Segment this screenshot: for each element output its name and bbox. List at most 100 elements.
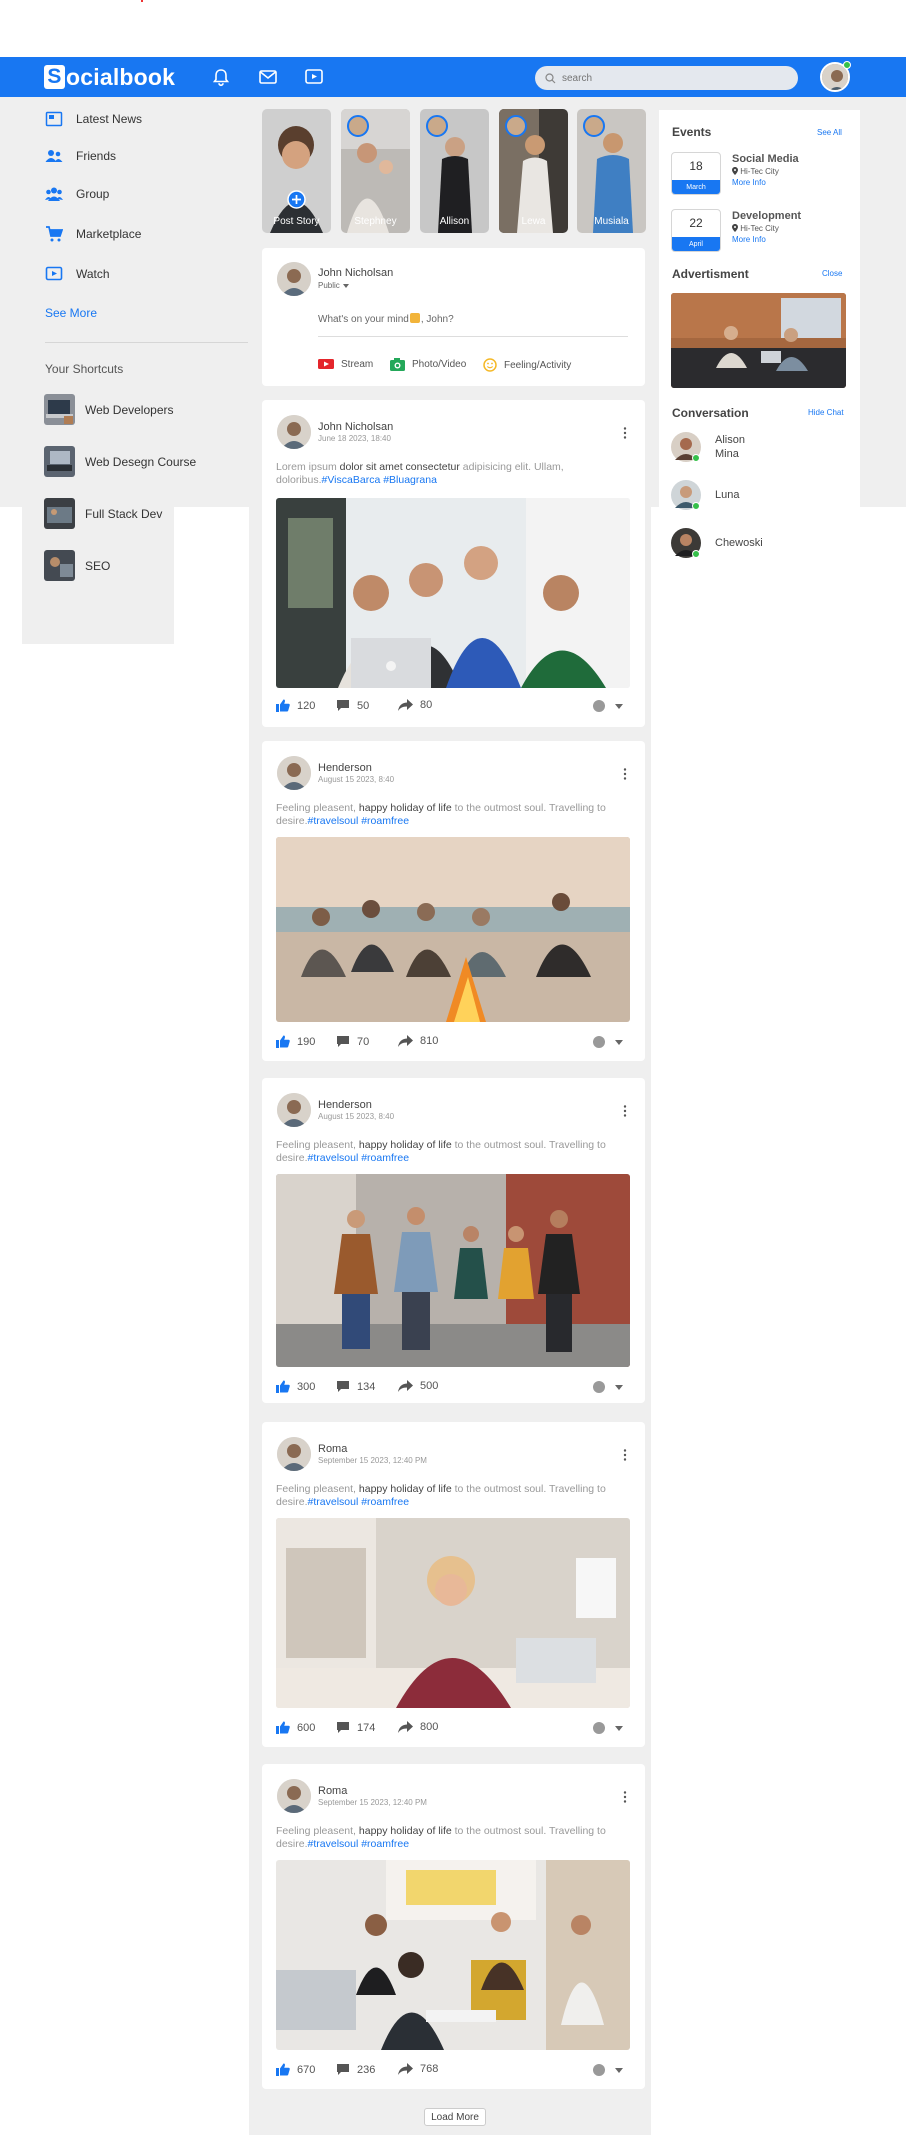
bell-icon[interactable]	[210, 67, 232, 87]
thumbs-up-icon	[276, 1035, 290, 1048]
sidebar-item-marketplace[interactable]: Marketplace	[45, 223, 141, 245]
action-label: Feeling/Activity	[504, 359, 572, 371]
shortcut-seo[interactable]: SEO	[44, 550, 110, 581]
comment-icon	[337, 1381, 349, 1392]
shortcut-full-stack-dev[interactable]: Full Stack Dev	[44, 498, 162, 529]
post-hashtags[interactable]: #travelsoul #roamfree	[308, 815, 410, 827]
sidebar-item-latest-news[interactable]: Latest News	[45, 108, 142, 130]
conversation-item[interactable]: Alison Mina	[671, 432, 765, 462]
load-more-button[interactable]: Load More	[424, 2108, 486, 2126]
hide-chat-link[interactable]: Hide Chat	[808, 408, 844, 417]
comment-button[interactable]: 236	[336, 2063, 375, 2076]
ad-close-link[interactable]: Close	[822, 269, 842, 278]
event-more-info[interactable]: More Info	[732, 178, 766, 187]
event-more-info[interactable]: More Info	[732, 235, 766, 244]
post-author-avatar[interactable]	[277, 1437, 311, 1471]
more-options-icon[interactable]	[619, 1105, 631, 1117]
more-options-icon[interactable]	[619, 768, 631, 780]
mail-icon[interactable]	[257, 67, 279, 87]
sidebar-item-friends[interactable]: Friends	[45, 145, 116, 167]
story-label: Lewa	[521, 216, 546, 227]
post-author-name[interactable]: Henderson	[318, 1099, 372, 1111]
post-text-part: Feeling pleasent,	[276, 1139, 359, 1151]
privacy-selector[interactable]: Public	[318, 281, 349, 290]
conversation-name: Luna	[715, 489, 740, 501]
post-author-name[interactable]: Henderson	[318, 762, 372, 774]
more-options-icon[interactable]	[619, 1791, 631, 1803]
like-button[interactable]: 190	[276, 1035, 315, 1048]
chevron-down-icon[interactable]	[615, 1385, 623, 1390]
story-image	[262, 109, 331, 233]
like-button[interactable]: 300	[276, 1380, 315, 1393]
see-more-link[interactable]: See More	[45, 306, 97, 320]
post-text: Feeling pleasent, happy holiday of life …	[276, 1483, 632, 1509]
post-author-avatar[interactable]	[277, 415, 311, 449]
stream-action[interactable]: Stream	[318, 358, 373, 370]
post-hashtags[interactable]: #travelsoul #roamfree	[308, 1838, 410, 1850]
composer-input[interactable]: What's on your mind , John?	[318, 313, 628, 337]
cart-icon	[46, 226, 63, 242]
story-avatar	[505, 115, 527, 137]
share-button[interactable]: 810	[398, 1035, 438, 1047]
post-image[interactable]	[276, 1860, 630, 2050]
comment-count: 174	[357, 1721, 376, 1734]
search-input[interactable]	[562, 72, 782, 84]
comment-button[interactable]: 70	[336, 1035, 369, 1048]
conversation-item[interactable]: Luna	[671, 480, 739, 510]
photo-video-action[interactable]: Photo/Video	[390, 358, 466, 371]
post-author-avatar[interactable]	[277, 1093, 311, 1127]
like-button[interactable]: 670	[276, 2063, 315, 2076]
conversation-item[interactable]: Chewoski	[671, 528, 763, 558]
share-button[interactable]: 500	[398, 1380, 438, 1392]
post-author-avatar[interactable]	[277, 1779, 311, 1813]
chevron-down-icon[interactable]	[615, 2068, 623, 2073]
thumbs-up-icon	[276, 699, 290, 712]
more-options-icon[interactable]	[619, 427, 631, 439]
reaction-avatar	[593, 1381, 605, 1393]
post-image[interactable]	[276, 1174, 630, 1367]
post-author-name[interactable]: Roma	[318, 1443, 347, 1455]
add-story-icon[interactable]	[287, 190, 306, 209]
sidebar-item-watch[interactable]: Watch	[45, 263, 110, 285]
share-button[interactable]: 768	[398, 2063, 438, 2075]
story-stephney[interactable]: Stephney	[341, 109, 410, 233]
comment-button[interactable]: 174	[336, 1721, 375, 1734]
story-lewa[interactable]: Lewa	[499, 109, 568, 233]
post-author-avatar[interactable]	[277, 756, 311, 790]
post-image[interactable]	[276, 837, 630, 1022]
see-all-link[interactable]: See All	[817, 128, 842, 137]
comment-button[interactable]: 134	[336, 1380, 375, 1393]
sidebar-item-group[interactable]: Group	[45, 183, 109, 205]
story-musiala[interactable]: Musiala	[577, 109, 646, 233]
post-author-name[interactable]: Roma	[318, 1785, 347, 1797]
shortcut-web-design-course[interactable]: Web Desegn Course	[44, 446, 196, 477]
post-hashtags[interactable]: #ViscaBarca #Bluagrana	[322, 474, 437, 486]
more-options-icon[interactable]	[619, 1449, 631, 1461]
story-allison[interactable]: Allison	[420, 109, 489, 233]
share-button[interactable]: 800	[398, 1721, 438, 1733]
chevron-down-icon[interactable]	[615, 1040, 623, 1045]
search-bar[interactable]	[535, 66, 798, 90]
like-button[interactable]: 600	[276, 1721, 315, 1734]
ad-image[interactable]	[671, 293, 846, 388]
event-location-text: Hi-Tec City	[740, 167, 779, 176]
post-author-name[interactable]: John Nicholsan	[318, 421, 393, 433]
post-image[interactable]	[276, 1518, 630, 1708]
chevron-down-icon[interactable]	[615, 704, 623, 709]
feeling-action[interactable]: Feeling/Activity	[483, 358, 571, 372]
event-day: 22	[689, 216, 703, 230]
share-button[interactable]: 80	[398, 699, 432, 711]
like-button[interactable]: 120	[276, 699, 315, 712]
chevron-down-icon[interactable]	[615, 1726, 623, 1731]
comment-button[interactable]: 50	[336, 699, 369, 712]
event-month: March	[672, 180, 720, 194]
shortcut-web-developers[interactable]: Web Developers	[44, 394, 174, 425]
story-post[interactable]: Post Story	[262, 109, 331, 233]
post-image[interactable]	[276, 498, 630, 688]
video-icon[interactable]	[303, 67, 325, 87]
logo[interactable]: S ocialbook	[44, 64, 175, 90]
post-hashtags[interactable]: #travelsoul #roamfree	[308, 1496, 410, 1508]
post-text-part: Lorem ipsum	[276, 461, 340, 473]
post-hashtags[interactable]: #travelsoul #roamfree	[308, 1152, 410, 1164]
post-text-part: Feeling pleasent,	[276, 1483, 359, 1495]
